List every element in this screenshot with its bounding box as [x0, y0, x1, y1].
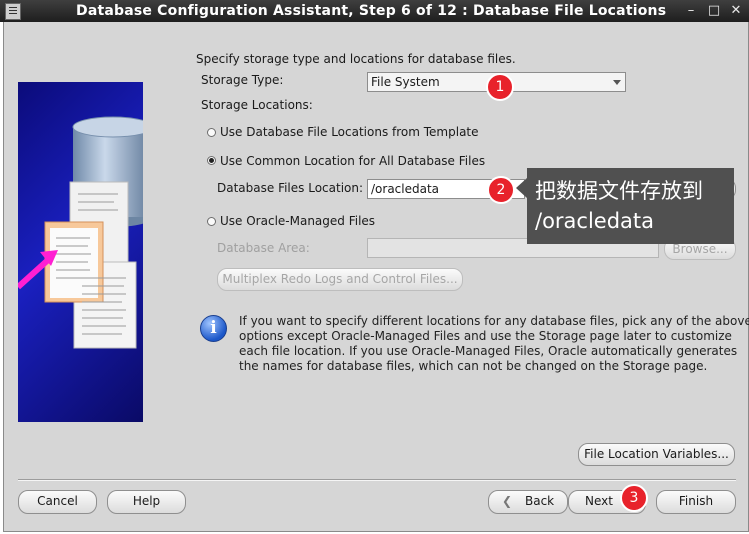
close-icon[interactable]: ✕: [728, 3, 744, 19]
finish-button[interactable]: Finish: [656, 490, 736, 514]
cancel-button[interactable]: Cancel: [18, 490, 97, 514]
db-files-location-label: Database Files Location:: [217, 181, 364, 195]
callout-line-2: /oracledata: [535, 209, 655, 233]
radio-oracle-managed[interactable]: [207, 217, 216, 226]
window-title: Database Configuration Assistant, Step 6…: [76, 3, 667, 19]
footer-separator: [18, 479, 736, 481]
app-icon: [5, 3, 21, 20]
storage-type-value: File System: [371, 75, 440, 89]
chevron-left-icon: ❮: [502, 494, 513, 508]
back-button-label: Back: [525, 494, 555, 508]
info-text-line: the names for database files, which can …: [239, 359, 708, 373]
radio-common-location[interactable]: [207, 156, 216, 165]
step-badge-1: 1: [486, 73, 514, 101]
info-icon: i: [200, 315, 227, 342]
step-badge-3: 3: [620, 484, 648, 512]
step-badge-2: 2: [487, 176, 515, 204]
wizard-illustration: [18, 82, 143, 422]
storage-locations-label: Storage Locations:: [201, 98, 313, 112]
option-template-label[interactable]: Use Database File Locations from Templat…: [220, 125, 479, 139]
radio-template-locations[interactable]: [207, 128, 216, 137]
database-files-illustration: [18, 116, 143, 349]
storage-type-label: Storage Type:: [201, 73, 284, 87]
db-area-label: Database Area:: [217, 241, 310, 255]
back-button[interactable]: ❮ Back: [488, 490, 568, 514]
db-files-location-value: /oracledata: [371, 182, 440, 196]
callout-note: 把数据文件存放到 /oracledata: [527, 168, 734, 244]
callout-pointer: [516, 178, 527, 198]
option-omf-label[interactable]: Use Oracle-Managed Files: [220, 214, 375, 228]
file-location-variables-button[interactable]: File Location Variables...: [578, 443, 735, 466]
info-text-line: options except Oracle-Managed Files and …: [239, 329, 732, 343]
next-button-label: Next: [585, 494, 613, 508]
maximize-icon[interactable]: □: [706, 3, 722, 19]
help-button[interactable]: Help: [107, 490, 186, 514]
info-text-line: If you want to specify different locatio…: [239, 314, 749, 328]
option-common-label[interactable]: Use Common Location for All Database Fil…: [220, 154, 485, 168]
intro-text: Specify storage type and locations for d…: [196, 52, 516, 66]
minimize-icon[interactable]: –: [683, 3, 699, 19]
chevron-down-icon: [613, 80, 621, 85]
multiplex-button[interactable]: Multiplex Redo Logs and Control Files...: [217, 268, 463, 291]
title-bar[interactable]: Database Configuration Assistant, Step 6…: [0, 0, 749, 22]
callout-line-1: 把数据文件存放到: [535, 179, 703, 203]
info-text-line: each file location. If you use Oracle-Ma…: [239, 344, 738, 358]
